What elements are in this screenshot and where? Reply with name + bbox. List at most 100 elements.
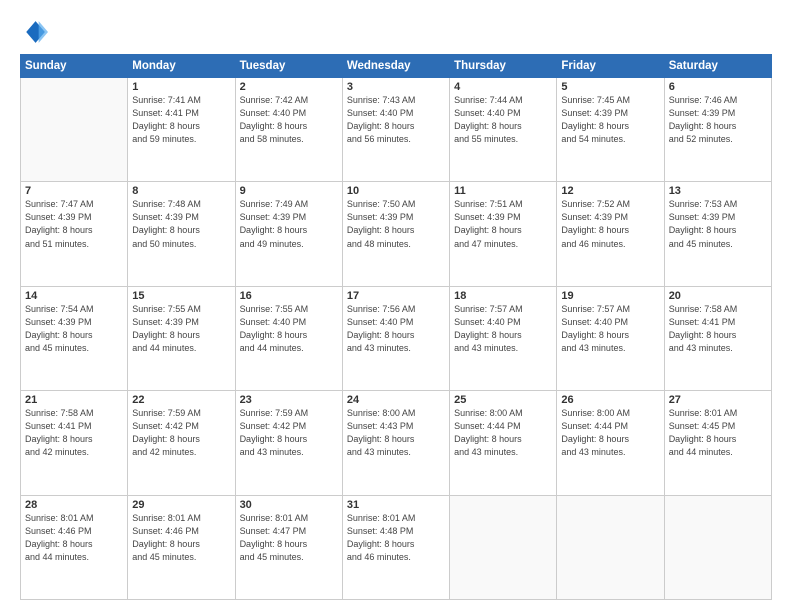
- page: SundayMondayTuesdayWednesdayThursdayFrid…: [0, 0, 792, 612]
- day-number: 18: [454, 290, 552, 302]
- calendar-cell: 27Sunrise: 8:01 AM Sunset: 4:45 PM Dayli…: [664, 391, 771, 495]
- day-number: 16: [240, 290, 338, 302]
- day-info: Sunrise: 7:55 AM Sunset: 4:39 PM Dayligh…: [132, 303, 230, 355]
- day-info: Sunrise: 7:57 AM Sunset: 4:40 PM Dayligh…: [454, 303, 552, 355]
- day-info: Sunrise: 7:42 AM Sunset: 4:40 PM Dayligh…: [240, 94, 338, 146]
- day-info: Sunrise: 8:01 AM Sunset: 4:47 PM Dayligh…: [240, 512, 338, 564]
- calendar-cell: 11Sunrise: 7:51 AM Sunset: 4:39 PM Dayli…: [450, 182, 557, 286]
- day-info: Sunrise: 8:01 AM Sunset: 4:46 PM Dayligh…: [25, 512, 123, 564]
- calendar-cell: [557, 495, 664, 599]
- calendar-cell: 7Sunrise: 7:47 AM Sunset: 4:39 PM Daylig…: [21, 182, 128, 286]
- day-number: 26: [561, 394, 659, 406]
- calendar-cell: 12Sunrise: 7:52 AM Sunset: 4:39 PM Dayli…: [557, 182, 664, 286]
- calendar-cell: 9Sunrise: 7:49 AM Sunset: 4:39 PM Daylig…: [235, 182, 342, 286]
- calendar-cell: 26Sunrise: 8:00 AM Sunset: 4:44 PM Dayli…: [557, 391, 664, 495]
- day-number: 19: [561, 290, 659, 302]
- calendar-table: SundayMondayTuesdayWednesdayThursdayFrid…: [20, 54, 772, 600]
- day-number: 1: [132, 81, 230, 93]
- day-info: Sunrise: 8:01 AM Sunset: 4:45 PM Dayligh…: [669, 407, 767, 459]
- day-info: Sunrise: 7:50 AM Sunset: 4:39 PM Dayligh…: [347, 198, 445, 250]
- calendar-cell: 24Sunrise: 8:00 AM Sunset: 4:43 PM Dayli…: [342, 391, 449, 495]
- calendar-cell: 23Sunrise: 7:59 AM Sunset: 4:42 PM Dayli…: [235, 391, 342, 495]
- day-info: Sunrise: 7:56 AM Sunset: 4:40 PM Dayligh…: [347, 303, 445, 355]
- weekday-header-row: SundayMondayTuesdayWednesdayThursdayFrid…: [21, 55, 772, 78]
- day-number: 28: [25, 499, 123, 511]
- day-info: Sunrise: 7:46 AM Sunset: 4:39 PM Dayligh…: [669, 94, 767, 146]
- week-row-4: 21Sunrise: 7:58 AM Sunset: 4:41 PM Dayli…: [21, 391, 772, 495]
- calendar-cell: 13Sunrise: 7:53 AM Sunset: 4:39 PM Dayli…: [664, 182, 771, 286]
- day-number: 30: [240, 499, 338, 511]
- calendar-cell: 20Sunrise: 7:58 AM Sunset: 4:41 PM Dayli…: [664, 286, 771, 390]
- day-info: Sunrise: 7:51 AM Sunset: 4:39 PM Dayligh…: [454, 198, 552, 250]
- week-row-3: 14Sunrise: 7:54 AM Sunset: 4:39 PM Dayli…: [21, 286, 772, 390]
- day-number: 3: [347, 81, 445, 93]
- day-info: Sunrise: 7:57 AM Sunset: 4:40 PM Dayligh…: [561, 303, 659, 355]
- calendar-cell: 4Sunrise: 7:44 AM Sunset: 4:40 PM Daylig…: [450, 78, 557, 182]
- day-number: 12: [561, 185, 659, 197]
- weekday-header-friday: Friday: [557, 55, 664, 78]
- day-number: 15: [132, 290, 230, 302]
- day-info: Sunrise: 7:58 AM Sunset: 4:41 PM Dayligh…: [25, 407, 123, 459]
- calendar-cell: 6Sunrise: 7:46 AM Sunset: 4:39 PM Daylig…: [664, 78, 771, 182]
- calendar-cell: [21, 78, 128, 182]
- day-number: 5: [561, 81, 659, 93]
- day-info: Sunrise: 8:01 AM Sunset: 4:48 PM Dayligh…: [347, 512, 445, 564]
- calendar-cell: 14Sunrise: 7:54 AM Sunset: 4:39 PM Dayli…: [21, 286, 128, 390]
- weekday-header-saturday: Saturday: [664, 55, 771, 78]
- day-info: Sunrise: 7:41 AM Sunset: 4:41 PM Dayligh…: [132, 94, 230, 146]
- calendar-cell: 2Sunrise: 7:42 AM Sunset: 4:40 PM Daylig…: [235, 78, 342, 182]
- day-number: 21: [25, 394, 123, 406]
- day-number: 4: [454, 81, 552, 93]
- day-number: 17: [347, 290, 445, 302]
- day-number: 24: [347, 394, 445, 406]
- day-number: 11: [454, 185, 552, 197]
- day-number: 6: [669, 81, 767, 93]
- week-row-5: 28Sunrise: 8:01 AM Sunset: 4:46 PM Dayli…: [21, 495, 772, 599]
- day-number: 31: [347, 499, 445, 511]
- day-info: Sunrise: 7:49 AM Sunset: 4:39 PM Dayligh…: [240, 198, 338, 250]
- header: [20, 18, 772, 46]
- day-info: Sunrise: 7:47 AM Sunset: 4:39 PM Dayligh…: [25, 198, 123, 250]
- calendar-cell: 25Sunrise: 8:00 AM Sunset: 4:44 PM Dayli…: [450, 391, 557, 495]
- calendar-cell: 30Sunrise: 8:01 AM Sunset: 4:47 PM Dayli…: [235, 495, 342, 599]
- day-number: 25: [454, 394, 552, 406]
- calendar-cell: 1Sunrise: 7:41 AM Sunset: 4:41 PM Daylig…: [128, 78, 235, 182]
- weekday-header-monday: Monday: [128, 55, 235, 78]
- day-number: 13: [669, 185, 767, 197]
- day-info: Sunrise: 8:00 AM Sunset: 4:44 PM Dayligh…: [454, 407, 552, 459]
- calendar-cell: 29Sunrise: 8:01 AM Sunset: 4:46 PM Dayli…: [128, 495, 235, 599]
- weekday-header-wednesday: Wednesday: [342, 55, 449, 78]
- calendar-cell: [450, 495, 557, 599]
- day-number: 27: [669, 394, 767, 406]
- calendar-cell: 21Sunrise: 7:58 AM Sunset: 4:41 PM Dayli…: [21, 391, 128, 495]
- week-row-1: 1Sunrise: 7:41 AM Sunset: 4:41 PM Daylig…: [21, 78, 772, 182]
- day-number: 20: [669, 290, 767, 302]
- day-number: 8: [132, 185, 230, 197]
- calendar-body: 1Sunrise: 7:41 AM Sunset: 4:41 PM Daylig…: [21, 78, 772, 600]
- calendar-cell: 17Sunrise: 7:56 AM Sunset: 4:40 PM Dayli…: [342, 286, 449, 390]
- day-number: 10: [347, 185, 445, 197]
- day-info: Sunrise: 7:45 AM Sunset: 4:39 PM Dayligh…: [561, 94, 659, 146]
- day-number: 2: [240, 81, 338, 93]
- day-info: Sunrise: 8:01 AM Sunset: 4:46 PM Dayligh…: [132, 512, 230, 564]
- day-info: Sunrise: 7:55 AM Sunset: 4:40 PM Dayligh…: [240, 303, 338, 355]
- day-info: Sunrise: 7:44 AM Sunset: 4:40 PM Dayligh…: [454, 94, 552, 146]
- day-info: Sunrise: 7:43 AM Sunset: 4:40 PM Dayligh…: [347, 94, 445, 146]
- calendar-cell: 19Sunrise: 7:57 AM Sunset: 4:40 PM Dayli…: [557, 286, 664, 390]
- calendar-cell: 28Sunrise: 8:01 AM Sunset: 4:46 PM Dayli…: [21, 495, 128, 599]
- day-number: 9: [240, 185, 338, 197]
- day-number: 7: [25, 185, 123, 197]
- day-info: Sunrise: 8:00 AM Sunset: 4:43 PM Dayligh…: [347, 407, 445, 459]
- day-info: Sunrise: 7:59 AM Sunset: 4:42 PM Dayligh…: [132, 407, 230, 459]
- day-number: 23: [240, 394, 338, 406]
- calendar-cell: 3Sunrise: 7:43 AM Sunset: 4:40 PM Daylig…: [342, 78, 449, 182]
- calendar-cell: 18Sunrise: 7:57 AM Sunset: 4:40 PM Dayli…: [450, 286, 557, 390]
- calendar-cell: 10Sunrise: 7:50 AM Sunset: 4:39 PM Dayli…: [342, 182, 449, 286]
- day-info: Sunrise: 7:59 AM Sunset: 4:42 PM Dayligh…: [240, 407, 338, 459]
- calendar-cell: 22Sunrise: 7:59 AM Sunset: 4:42 PM Dayli…: [128, 391, 235, 495]
- day-info: Sunrise: 7:53 AM Sunset: 4:39 PM Dayligh…: [669, 198, 767, 250]
- weekday-header-sunday: Sunday: [21, 55, 128, 78]
- calendar-cell: 8Sunrise: 7:48 AM Sunset: 4:39 PM Daylig…: [128, 182, 235, 286]
- calendar-cell: [664, 495, 771, 599]
- logo: [20, 18, 52, 46]
